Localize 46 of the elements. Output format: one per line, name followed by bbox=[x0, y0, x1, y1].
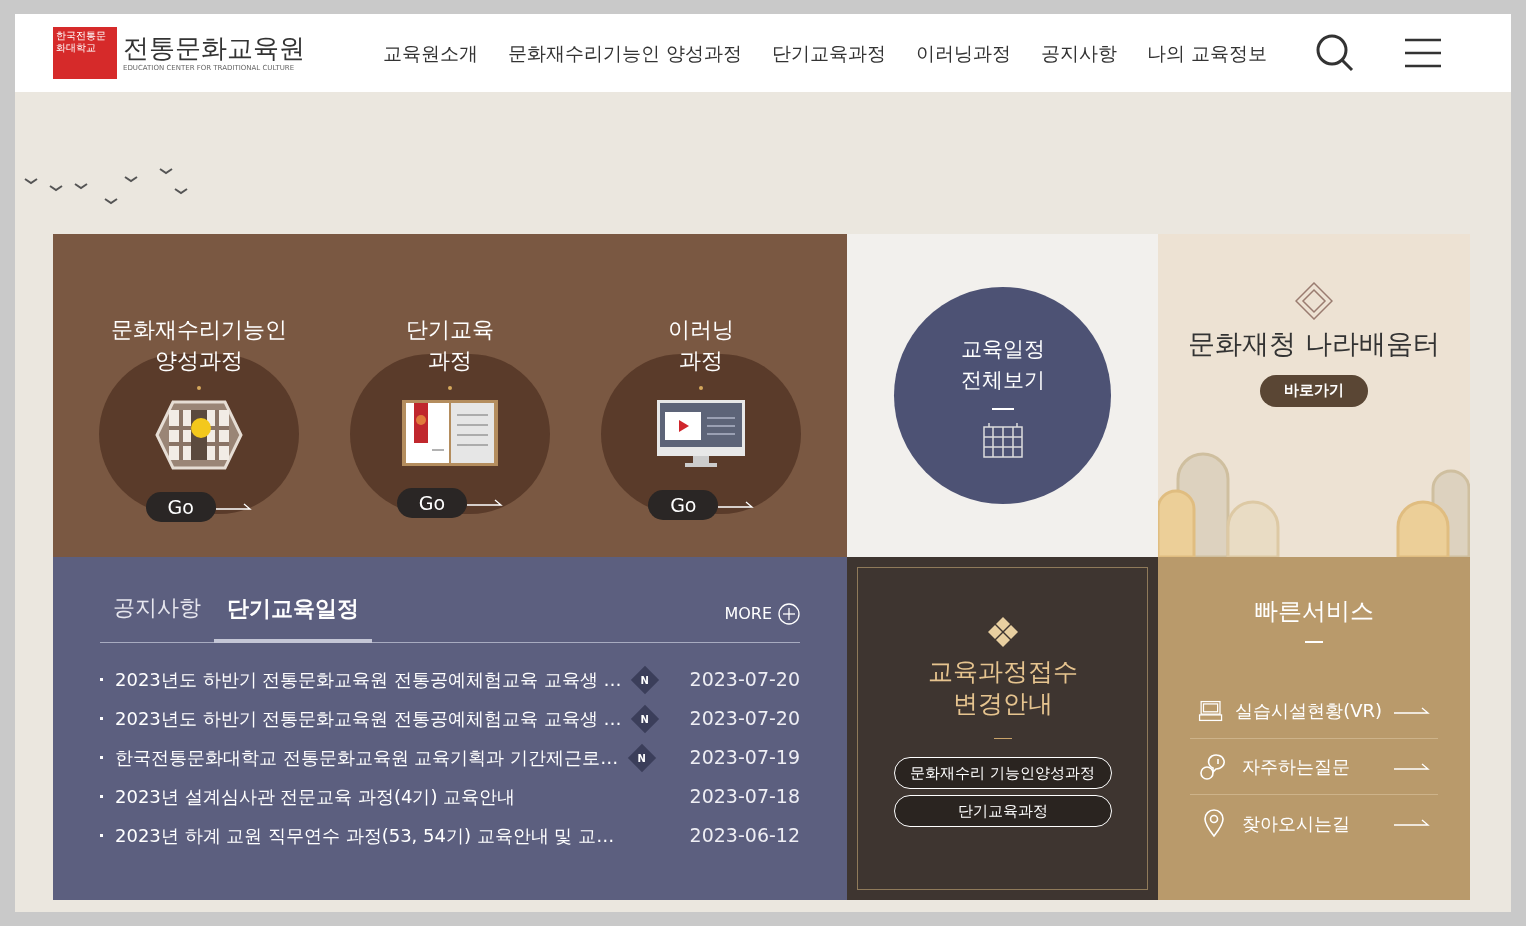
notice-date: 2023-07-18 bbox=[689, 784, 800, 810]
course-link-button[interactable]: 문화재수리 기능인양성과정 bbox=[893, 757, 1112, 789]
notice-date: 2023-07-19 bbox=[689, 745, 800, 771]
go-button[interactable]: Go bbox=[648, 490, 719, 520]
notice-title[interactable]: 2023년도 하반기 전통문화교육원 전통공예체험교육 교육생 … bbox=[115, 666, 622, 693]
menu-icon[interactable] bbox=[1405, 38, 1441, 68]
nav-link[interactable]: 교육원소개 bbox=[383, 38, 478, 68]
course-title: 이러닝 과정 bbox=[668, 316, 735, 375]
course-link-button[interactable]: 단기교육과정 bbox=[893, 795, 1112, 827]
registration-title: 교육과정접수 변경안내 bbox=[927, 656, 1078, 720]
logo-mark: 한국전통문화대학교 bbox=[53, 27, 117, 79]
quick-title: 빠른서비스 bbox=[1254, 596, 1374, 627]
go-button[interactable]: Go bbox=[145, 492, 216, 522]
notice-date: 2023-07-20 bbox=[689, 667, 800, 693]
more-link[interactable]: MORE bbox=[724, 602, 800, 626]
book-icon bbox=[402, 400, 498, 466]
notice-title[interactable]: 2023년도 하반기 전통문화교육원 전통공예체험교육 교육생 … bbox=[115, 705, 622, 732]
calendar-icon bbox=[982, 421, 1023, 458]
notice-title[interactable]: 2023년 설계심사관 전문교육 과정(4기) 교육안내 bbox=[115, 783, 516, 810]
logo-title: 전통문화교육원 bbox=[123, 32, 305, 63]
course-title: 문화재수리기능인 양성과정 bbox=[110, 316, 287, 375]
new-badge: N bbox=[628, 743, 657, 772]
new-badge: N bbox=[631, 665, 660, 694]
nara-title: 문화재청 나라배움터 bbox=[1188, 327, 1440, 361]
notice-date: 2023-06-12 bbox=[689, 823, 800, 849]
lattice-window-icon bbox=[154, 400, 243, 470]
nav-link[interactable]: 나의 교육정보 bbox=[1147, 38, 1268, 68]
diamond-tiles-icon bbox=[986, 616, 1019, 648]
notice-title[interactable]: 2023년 하계 교원 직무연수 과정(53, 54기) 교육안내 및 교… bbox=[115, 822, 615, 849]
course-title: 단기교육 과정 bbox=[406, 316, 494, 375]
go-button[interactable]: Go bbox=[397, 488, 467, 518]
video-monitor-icon bbox=[657, 400, 746, 468]
board-tab[interactable]: 공지사항 bbox=[100, 591, 214, 642]
nav-link[interactable]: 문화재수리기능인 양성과정 bbox=[508, 38, 743, 68]
new-badge: N bbox=[631, 704, 660, 733]
search-icon[interactable] bbox=[1315, 33, 1355, 73]
shortcut-button[interactable]: 바로가기 bbox=[1260, 374, 1368, 407]
nav-link[interactable]: 이러닝과정 bbox=[916, 38, 1012, 68]
lattice-diamond-icon bbox=[1295, 282, 1333, 320]
notice-date: 2023-07-20 bbox=[689, 706, 800, 732]
schedule-title: 교육일정 전체보기 bbox=[960, 335, 1045, 394]
nav-link[interactable]: 단기교육과정 bbox=[772, 38, 887, 68]
board-tab[interactable]: 단기교육일정 bbox=[214, 592, 372, 643]
plus-circle-icon bbox=[778, 603, 800, 625]
nav-link[interactable]: 공지사항 bbox=[1041, 38, 1118, 68]
notice-title[interactable]: 한국전통문화대학교 전통문화교육원 교육기획과 기간제근로… bbox=[115, 744, 619, 771]
